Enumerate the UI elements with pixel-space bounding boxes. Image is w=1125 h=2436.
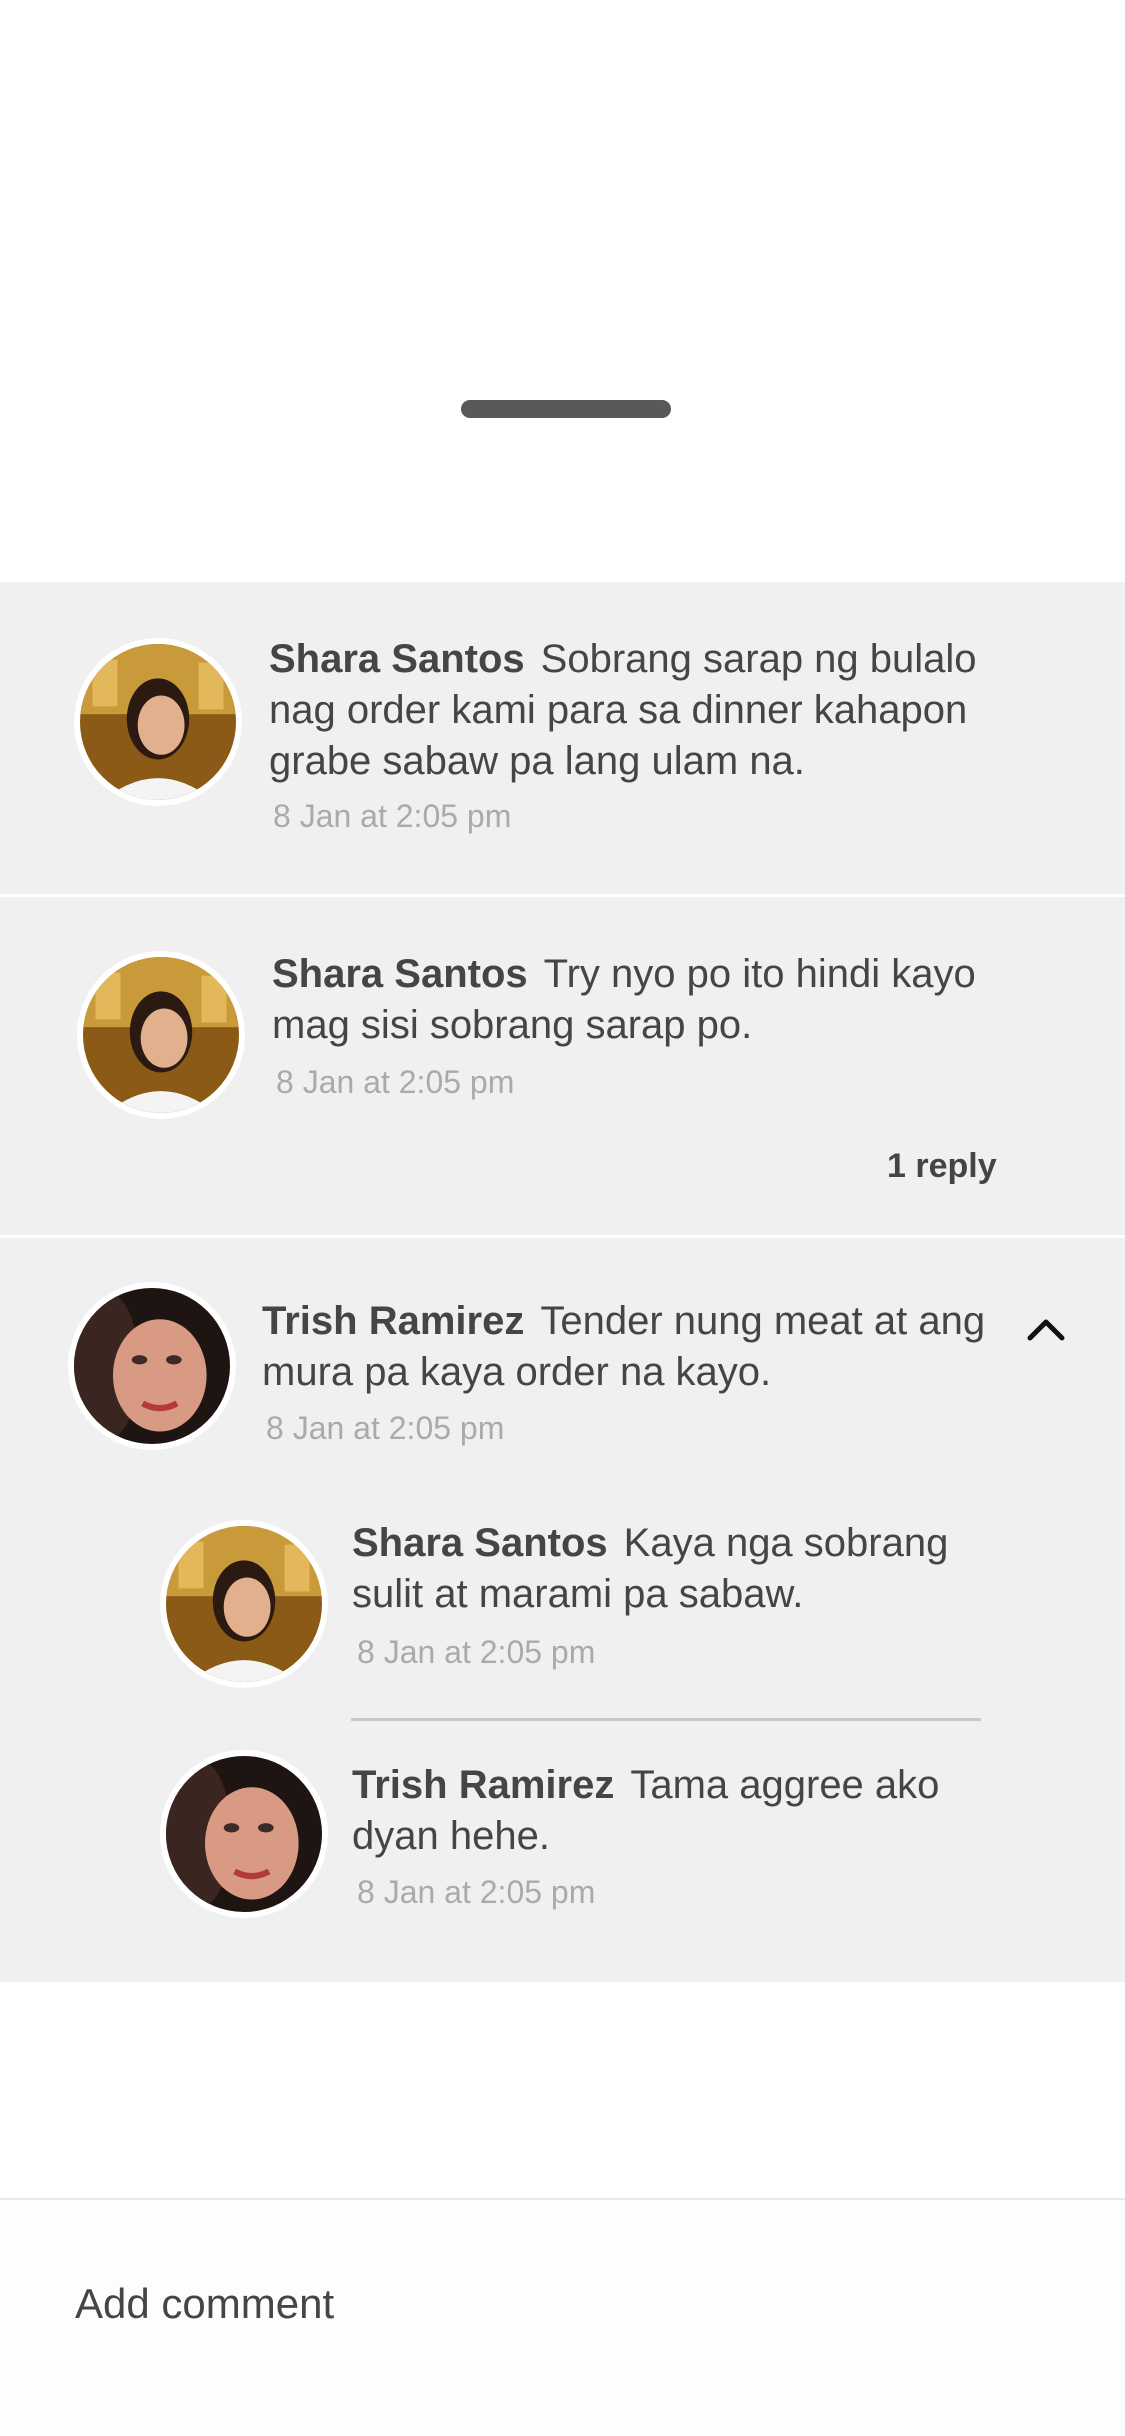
avatar[interactable] xyxy=(77,951,245,1119)
avatar[interactable] xyxy=(160,1520,328,1688)
reply-timestamp: 8 Jan at 2:05 pm xyxy=(357,1634,596,1670)
add-comment-input[interactable]: Add comment xyxy=(75,2280,334,2328)
comment-item[interactable]: Shara Santos Sobrang sarap ng bulalo nag … xyxy=(0,582,1125,894)
reply-divider xyxy=(351,1718,981,1721)
comment-author[interactable]: Shara Santos xyxy=(269,637,525,681)
view-replies-link[interactable]: 1 reply xyxy=(887,1147,997,1186)
avatar[interactable] xyxy=(68,1282,236,1450)
avatar[interactable] xyxy=(74,638,242,806)
comment-timestamp: 8 Jan at 2:05 pm xyxy=(273,798,512,834)
reply-author[interactable]: Trish Ramirez xyxy=(352,1763,614,1807)
comment-author[interactable]: Trish Ramirez xyxy=(262,1299,524,1343)
comment-author[interactable]: Shara Santos xyxy=(272,952,528,996)
comment-timestamp: 8 Jan at 2:05 pm xyxy=(266,1410,505,1446)
reply-timestamp: 8 Jan at 2:05 pm xyxy=(357,1874,596,1910)
sheet-header xyxy=(0,0,1125,582)
chevron-up-icon[interactable] xyxy=(1022,1308,1070,1348)
comment-thread: Trish Ramirez Tender nung meat at ang mur… xyxy=(0,1238,1125,1982)
comment-timestamp: 8 Jan at 2:05 pm xyxy=(276,1064,515,1100)
comment-item[interactable]: Shara Santos Try nyo po ito hindi kayo ma… xyxy=(0,897,1125,1235)
avatar[interactable] xyxy=(160,1750,328,1918)
drag-handle[interactable] xyxy=(461,400,671,418)
reply-author[interactable]: Shara Santos xyxy=(352,1521,608,1565)
